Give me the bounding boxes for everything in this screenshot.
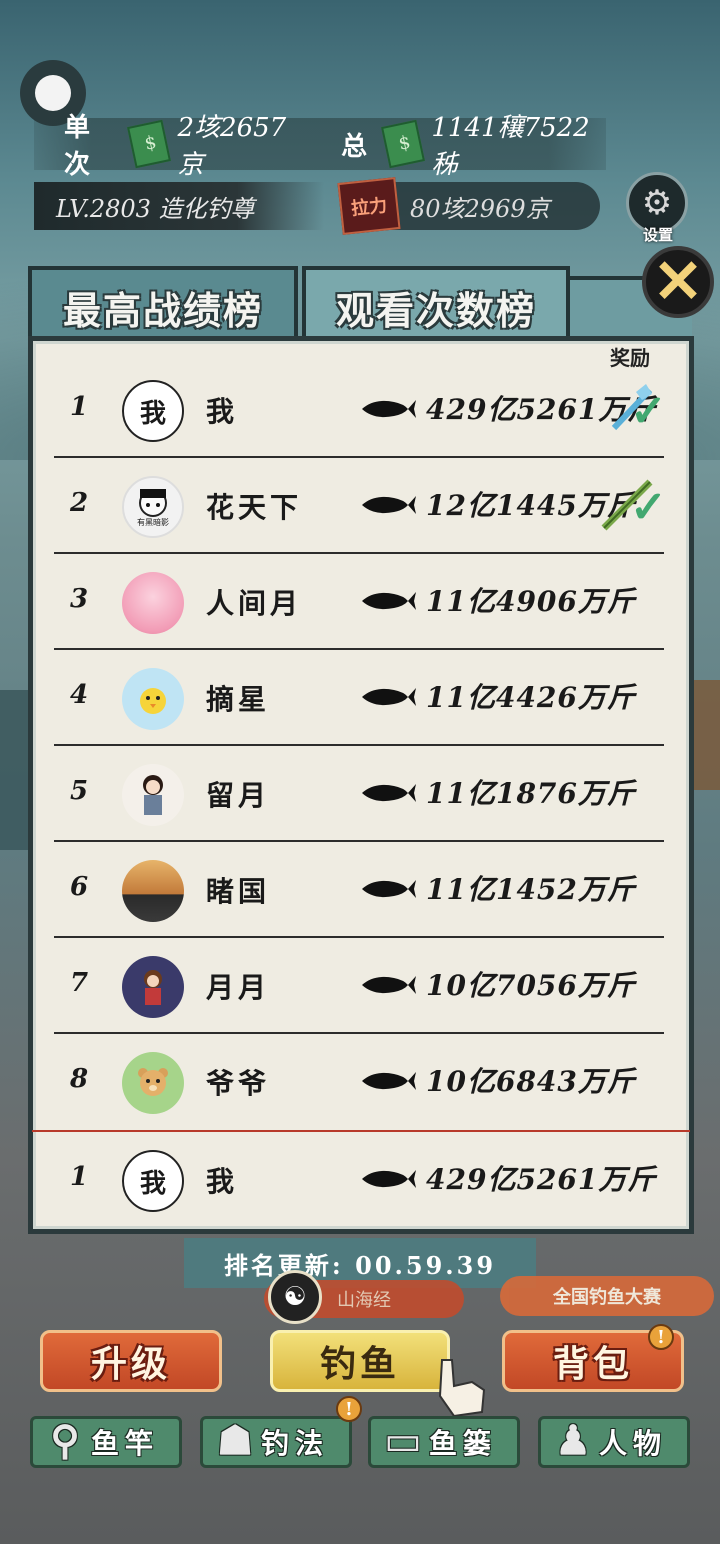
close-button[interactable]: ✕ [642, 246, 714, 318]
girl-avatar-icon [143, 775, 163, 815]
rank-number: 4 [70, 680, 89, 710]
rank-number: 7 [70, 968, 89, 998]
nav-fish-basket[interactable]: ▭ 鱼篓 [368, 1416, 520, 1468]
anime-avatar-icon [144, 970, 162, 1005]
leaderboard-row[interactable]: 1 我 我 429亿5261万斤 ✓ [54, 362, 667, 458]
player-name: 人间月 [206, 587, 303, 620]
pull-power-badge: 拉力 [337, 177, 401, 235]
rank-number: 1 [70, 1162, 89, 1192]
avatar [122, 1052, 184, 1114]
avatar [122, 764, 184, 826]
pull-power-bar: 拉力 80垓2969京 [337, 177, 600, 235]
nav-fishing-rod[interactable]: ⚲ 鱼竿 [30, 1416, 182, 1468]
rank-number: 2 [70, 488, 89, 518]
catch-weight: 11亿4906万斤 [426, 585, 636, 618]
player-name: 我 [206, 1165, 239, 1198]
avatar [122, 860, 184, 922]
catch-weight: 11亿1876万斤 [426, 777, 636, 810]
catch-weight: 11亿4426万斤 [426, 681, 636, 714]
rank-number: 5 [70, 776, 89, 806]
avatar: 我 [122, 1150, 184, 1212]
fish-icon [362, 1072, 416, 1090]
total-catch-value: 1141穰7522秭 [431, 113, 590, 180]
total-catch-label: 总 [341, 131, 368, 162]
pull-power-value: 80垓2969京 [410, 194, 550, 223]
check-icon: ✓ [630, 386, 667, 437]
player-name: 我 [206, 395, 239, 428]
settings-label: 设置 [642, 226, 673, 244]
pointing-hand-icon [438, 1359, 486, 1418]
yin-yang-icon: ☯ [268, 1270, 322, 1324]
fish-icon [362, 880, 416, 898]
player-level: LV.2803 造化钓尊 [34, 182, 324, 230]
leaderboard-row[interactable]: 3 人间月 11亿4906万斤 [54, 554, 664, 650]
rank-number: 8 [70, 1064, 89, 1094]
leaderboard-row[interactable]: 5 留月 11亿1876万斤 [54, 746, 664, 842]
nav-label: 鱼篓 [428, 1427, 497, 1460]
technique-icon: ☗ [217, 1416, 259, 1464]
player-name: 爷爷 [206, 1067, 271, 1100]
tab-view-count[interactable]: 观看次数榜 [302, 266, 570, 344]
nav-fishing-technique[interactable]: ☗ 钓法 [200, 1416, 352, 1468]
leaderboard-row[interactable]: 2 有黑暗影 花天下 12亿1445万斤 ✓ [54, 458, 667, 554]
nav-character[interactable]: ♟ 人物 [538, 1416, 690, 1468]
catch-weight: 10亿6843万斤 [426, 1065, 636, 1098]
close-icon: ✕ [652, 247, 704, 317]
bear-avatar-icon [138, 1068, 168, 1096]
avatar: 有黑暗影 [122, 476, 184, 538]
leaderboard-row[interactable]: 6 睹国 11亿1452万斤 [54, 842, 664, 938]
meme-face-icon [139, 488, 167, 517]
fish-icon [362, 496, 416, 514]
alert-badge-icon: ! [648, 1324, 674, 1350]
catch-weight: 10亿7056万斤 [426, 969, 636, 1002]
fish-icon [362, 1170, 416, 1188]
leaderboard-row[interactable]: 4 摘星 11亿4426万斤 [54, 650, 664, 746]
avatar: 我 [122, 380, 184, 442]
nav-label: 钓法 [260, 1427, 329, 1460]
leaderboard-row[interactable]: 8 爷爷 10亿6843万斤 [54, 1034, 664, 1130]
rank-number: 3 [70, 584, 89, 614]
character-icon: ♟ [555, 1416, 597, 1464]
fish-icon [362, 976, 416, 994]
fish-icon [362, 784, 416, 802]
single-catch-label: 单次 [64, 113, 91, 180]
chick-icon [140, 688, 166, 714]
avatar [35, 75, 71, 111]
upgrade-button[interactable]: 升级 [40, 1330, 222, 1392]
avatar [122, 956, 184, 1018]
rank-number: 6 [70, 872, 89, 902]
single-catch-value: 2垓2657京 [177, 113, 287, 180]
nav-label: 人物 [598, 1427, 667, 1460]
banknote-icon [381, 119, 426, 169]
alert-badge-icon: ! [336, 1396, 362, 1422]
my-rank-row[interactable]: 1 我 我 429亿5261万斤 [54, 1132, 664, 1228]
basket-icon: ▭ [384, 1416, 428, 1464]
player-name: 留月 [206, 779, 271, 812]
rank-number: 1 [70, 392, 89, 422]
avatar [122, 572, 184, 634]
avatar-caption: 有黑暗影 [137, 517, 169, 527]
player-name: 花天下 [206, 491, 303, 524]
tab-top-record[interactable]: 最高战绩榜 [28, 266, 298, 344]
player-name: 睹国 [206, 875, 271, 908]
catch-weight: 11亿1452万斤 [426, 873, 636, 906]
fish-icon [362, 400, 416, 418]
player-name: 摘星 [206, 683, 271, 716]
catch-weight: 429亿5261万斤 [426, 1163, 657, 1196]
event-label: 全国钓鱼大赛 [553, 1287, 661, 1308]
avatar [122, 668, 184, 730]
leaderboard-row[interactable]: 7 月月 10亿7056万斤 [54, 938, 664, 1034]
gear-icon: ⚙ [641, 183, 673, 223]
event-label: 山海经 [337, 1290, 391, 1311]
fish-icon [362, 592, 416, 610]
check-icon: ✓ [630, 482, 667, 533]
fish-button[interactable]: 钓鱼 [270, 1330, 450, 1392]
catch-stat-bar: 单次 2垓2657京 总 1141穰7522秭 [34, 113, 606, 180]
fish-icon [362, 688, 416, 706]
event-banner-national-fishing[interactable]: 全国钓鱼大赛 [500, 1276, 714, 1316]
rod-icon: ⚲ [50, 1416, 86, 1464]
player-name: 月月 [206, 971, 271, 1004]
nav-label: 鱼竿 [90, 1427, 159, 1460]
banknote-icon [127, 119, 172, 169]
